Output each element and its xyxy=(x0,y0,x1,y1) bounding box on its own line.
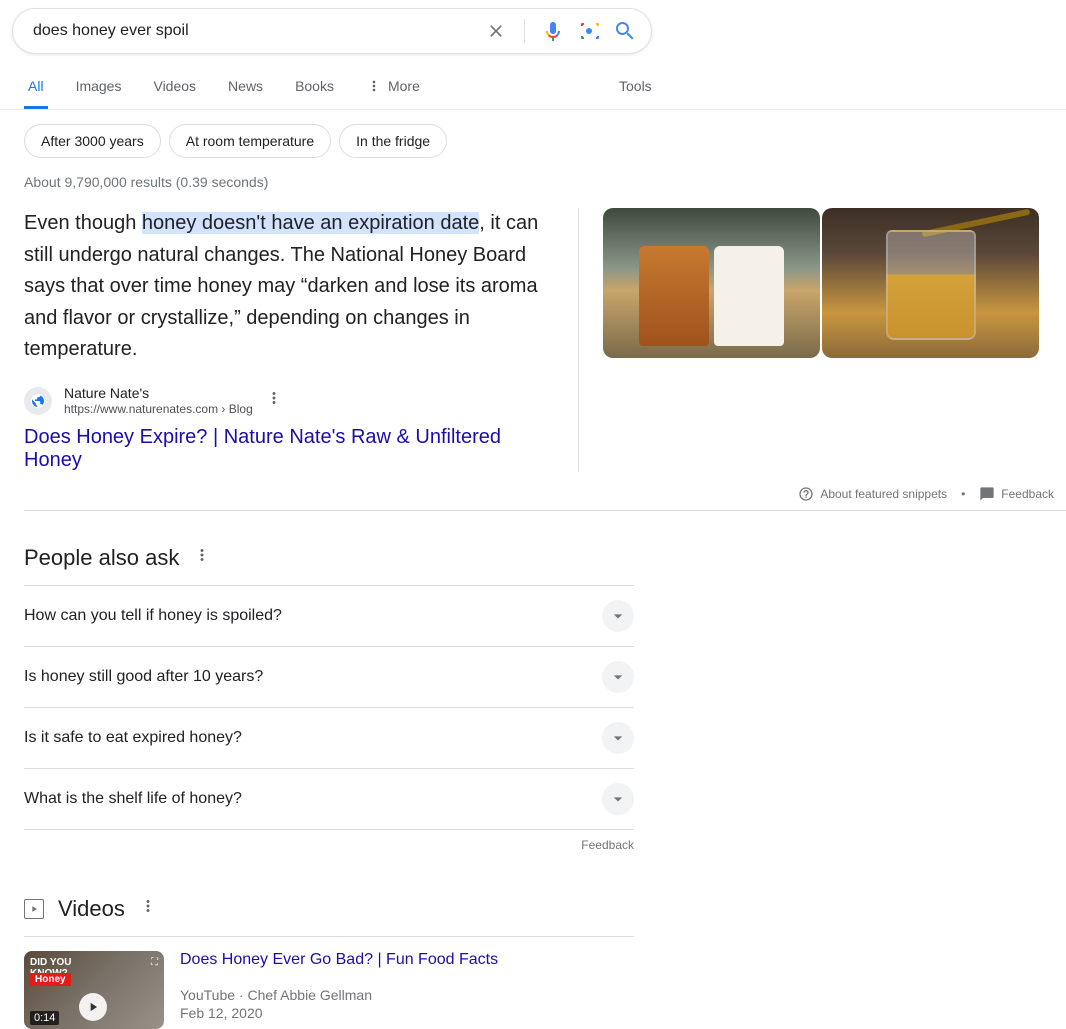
lens-icon[interactable] xyxy=(577,19,601,43)
snippet-highlight: honey doesn't have an expiration date xyxy=(142,212,479,234)
video-result[interactable]: DID YOU KNOW? Honey ⛶ 0:14 Does Honey Ev… xyxy=(24,937,634,1029)
video-honey-badge: Honey xyxy=(30,973,71,986)
chevron-down-icon xyxy=(602,783,634,815)
search-input[interactable] xyxy=(27,22,484,40)
snippet-text: Even though honey doesn't have an expira… xyxy=(24,208,558,366)
search-bar[interactable] xyxy=(12,8,652,54)
paa-question[interactable]: Is honey still good after 10 years? xyxy=(24,646,634,707)
paa-question[interactable]: Is it safe to eat expired honey? xyxy=(24,707,634,768)
paa-question[interactable]: How can you tell if honey is spoiled? xyxy=(24,585,634,646)
chip-room-temperature[interactable]: At room temperature xyxy=(169,124,331,158)
video-meta: YouTube · Chef Abbie Gellman xyxy=(180,969,634,1003)
source-name: Nature Nate's xyxy=(64,384,253,402)
video-date: Feb 12, 2020 xyxy=(180,1003,634,1021)
paa-feedback[interactable]: Feedback xyxy=(24,830,634,852)
featured-image-2[interactable] xyxy=(822,208,1039,358)
video-title-link[interactable]: Does Honey Ever Go Bad? | Fun Food Facts xyxy=(180,951,634,969)
video-duration: 0:14 xyxy=(30,1011,59,1025)
chip-after-3000-years[interactable]: After 3000 years xyxy=(24,124,161,158)
expand-icon: ⛶ xyxy=(151,957,158,968)
chevron-down-icon xyxy=(602,661,634,693)
search-icon[interactable] xyxy=(613,19,637,43)
tab-books[interactable]: Books xyxy=(291,66,338,109)
feedback-link[interactable]: Feedback xyxy=(979,486,1054,502)
paa-question[interactable]: What is the shelf life of honey? xyxy=(24,768,634,830)
clear-icon[interactable] xyxy=(484,19,508,43)
refinement-chips: After 3000 years At room temperature In … xyxy=(0,110,1066,158)
featured-snippet: Even though honey doesn't have an expira… xyxy=(0,190,1066,472)
favicon xyxy=(24,387,52,415)
chevron-down-icon xyxy=(602,722,634,754)
tab-all[interactable]: All xyxy=(24,66,48,109)
play-outline-icon xyxy=(24,899,44,919)
kebab-icon[interactable] xyxy=(193,546,211,569)
tools-button[interactable]: Tools xyxy=(615,66,656,106)
chevron-down-icon xyxy=(602,600,634,632)
people-also-ask: People also ask How can you tell if hone… xyxy=(0,511,634,852)
mic-icon[interactable] xyxy=(541,19,565,43)
play-icon xyxy=(79,993,107,1021)
tabs-row: All Images Videos News Books More Tools xyxy=(0,54,1066,110)
result-stats: About 9,790,000 results (0.39 seconds) xyxy=(0,158,1066,190)
paa-title: People also ask xyxy=(24,545,179,571)
videos-title: Videos xyxy=(58,896,125,922)
dot-separator: • xyxy=(961,487,965,501)
about-featured-snippets[interactable]: About featured snippets xyxy=(798,486,947,502)
videos-section: Videos DID YOU KNOW? Honey ⛶ 0:14 Does H… xyxy=(0,852,634,1029)
tab-videos[interactable]: Videos xyxy=(149,66,200,109)
kebab-icon[interactable] xyxy=(139,897,157,920)
tab-more[interactable]: More xyxy=(362,66,424,109)
featured-image-1[interactable] xyxy=(603,208,820,358)
featured-footer: About featured snippets • Feedback xyxy=(24,472,1066,511)
divider xyxy=(524,19,525,43)
tab-news[interactable]: News xyxy=(224,66,267,109)
kebab-icon[interactable] xyxy=(265,389,283,412)
result-title-link[interactable]: Does Honey Expire? | Nature Nate's Raw &… xyxy=(24,418,558,472)
tab-images[interactable]: Images xyxy=(72,66,126,109)
chip-in-the-fridge[interactable]: In the fridge xyxy=(339,124,447,158)
source-url: https://www.naturenates.com › Blog xyxy=(64,402,253,418)
video-thumbnail[interactable]: DID YOU KNOW? Honey ⛶ 0:14 xyxy=(24,951,164,1029)
